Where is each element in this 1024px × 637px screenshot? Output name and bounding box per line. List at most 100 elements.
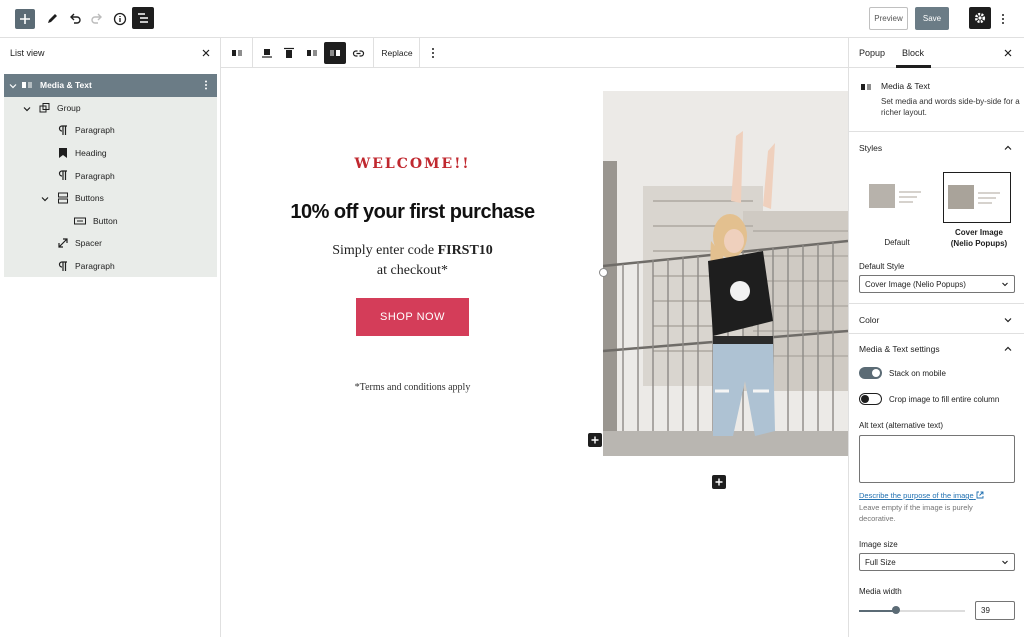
more-vertical-icon[interactable]: [204, 80, 208, 90]
save-button[interactable]: Save: [915, 7, 949, 30]
undo-icon: [70, 13, 81, 24]
resize-icon: [58, 238, 68, 248]
tree-item-heading[interactable]: Heading: [4, 142, 217, 165]
more-options-button[interactable]: [996, 9, 1010, 29]
describe-image-link[interactable]: Describe the purpose of the image: [859, 491, 984, 500]
tree-item-label: Paragraph: [75, 170, 115, 181]
editor-top-bar: Preview Save: [0, 0, 1024, 38]
color-title: Color: [859, 315, 880, 325]
media-left-button[interactable]: [302, 43, 322, 63]
promo-paragraph[interactable]: Simply enter code FIRST10 at checkout*: [222, 241, 603, 281]
settings-sidebar: Popup Block Media & Text Set media and w…: [848, 38, 1024, 637]
media-right-button[interactable]: [324, 42, 346, 64]
edit-tool-button[interactable]: [42, 9, 62, 29]
append-block-button[interactable]: [712, 475, 726, 489]
color-panel[interactable]: Color: [849, 303, 1024, 333]
alt-text-label: Alt text (alternative text): [859, 421, 944, 430]
chevron-up-icon[interactable]: [1004, 345, 1012, 353]
block-options-button[interactable]: [426, 43, 440, 63]
align-center-button[interactable]: [279, 43, 299, 63]
terms-paragraph[interactable]: *Terms and conditions apply: [222, 382, 603, 393]
promo-code: FIRST10: [437, 243, 493, 258]
add-block-button[interactable]: [15, 9, 35, 29]
chevron-down-icon: [1002, 560, 1008, 565]
shop-now-button[interactable]: SHOP NOW: [356, 298, 469, 336]
welcome-heading[interactable]: WELCOME!!: [222, 156, 603, 172]
chevron-down-icon[interactable]: [23, 105, 31, 113]
replace-button[interactable]: Replace: [377, 43, 417, 63]
styles-title[interactable]: Styles: [859, 143, 882, 153]
settings-title[interactable]: Media & Text settings: [859, 344, 940, 354]
tree-item-label: Group: [57, 102, 81, 113]
tree-item-group[interactable]: Group: [4, 97, 217, 120]
align-top-button[interactable]: [257, 43, 277, 63]
list-view-panel: List view Media & Text Group Paragraph H…: [0, 38, 221, 637]
tree-item-button[interactable]: Button: [4, 210, 217, 233]
promo-text-2: at checkout*: [376, 263, 449, 278]
media-text-icon: [232, 50, 242, 56]
list-view-icon: [138, 13, 148, 23]
media-image[interactable]: [603, 91, 848, 456]
stack-on-mobile-label: Stack on mobile: [889, 369, 946, 378]
tree-item-label: Buttons: [75, 193, 104, 204]
media-width-input[interactable]: 39: [975, 601, 1015, 620]
image-size-value: Full Size: [865, 557, 896, 567]
info-icon: [113, 12, 127, 26]
style-option-cover-label: Cover Image (Nelio Popups): [950, 228, 1008, 248]
tree-item-label: Heading: [75, 148, 107, 159]
redo-button[interactable]: [87, 9, 107, 29]
details-button[interactable]: [110, 9, 130, 29]
close-icon[interactable]: [1004, 49, 1012, 57]
tree-item-spacer[interactable]: Spacer: [4, 232, 217, 255]
style-option-cover-image[interactable]: [943, 172, 1011, 223]
image-size-select[interactable]: Full Size: [859, 553, 1015, 571]
link-button[interactable]: [348, 43, 368, 63]
tree-item-media-text[interactable]: Media & Text: [4, 74, 217, 97]
media-width-label: Media width: [859, 587, 902, 596]
shop-now-label: SHOP NOW: [380, 311, 445, 323]
headline-text[interactable]: 10% off your first purchase: [222, 201, 603, 224]
list-view-button[interactable]: [132, 7, 154, 29]
preview-button[interactable]: Preview: [869, 7, 908, 30]
more-vertical-icon: [432, 48, 434, 58]
tab-popup[interactable]: Popup: [859, 48, 885, 58]
block-card-title: Media & Text: [881, 81, 930, 91]
photo-illustration: [603, 91, 848, 456]
chevron-down-icon[interactable]: [41, 195, 49, 203]
plus-icon: [715, 478, 723, 486]
toolbar-divider: [373, 38, 374, 68]
style-preview-thumbnail: [869, 184, 921, 208]
active-tab-indicator: [896, 65, 931, 68]
close-icon[interactable]: [202, 49, 210, 57]
default-style-select[interactable]: Cover Image (Nelio Popups): [859, 275, 1015, 293]
chevron-up-icon[interactable]: [1004, 144, 1012, 152]
alt-text-input[interactable]: [859, 435, 1015, 483]
style-option-default[interactable]: [861, 172, 933, 220]
tree-item-paragraph[interactable]: Paragraph: [4, 255, 217, 278]
tree-item-paragraph[interactable]: Paragraph: [4, 164, 217, 187]
tree-item-buttons[interactable]: Buttons: [4, 187, 217, 210]
insert-block-button[interactable]: [588, 433, 602, 447]
tree-item-label: Paragraph: [75, 125, 115, 136]
plus-icon: [20, 14, 30, 24]
media-width-slider[interactable]: [859, 606, 965, 614]
gear-icon: [974, 12, 986, 24]
buttons-icon: [58, 192, 68, 204]
block-type-button[interactable]: [227, 43, 247, 63]
chevron-down-icon[interactable]: [9, 82, 17, 90]
settings-button[interactable]: [969, 7, 991, 29]
tree-item-label: Button: [93, 215, 118, 226]
tab-block[interactable]: Block: [902, 48, 924, 58]
stack-on-mobile-toggle[interactable]: [859, 367, 882, 379]
media-width-value: 39: [981, 606, 990, 615]
tree-item-paragraph[interactable]: Paragraph: [4, 119, 217, 142]
resize-handle[interactable]: [599, 268, 608, 277]
undo-button[interactable]: [65, 9, 85, 29]
toggle-knob: [872, 369, 880, 377]
block-tree: Media & Text Group Paragraph Heading Par…: [4, 74, 217, 277]
crop-image-toggle[interactable]: [859, 393, 882, 405]
plus-icon: [591, 436, 599, 444]
chevron-down-icon: [1004, 318, 1012, 323]
slider-thumb[interactable]: [892, 606, 900, 614]
block-toolbar: Replace: [221, 38, 848, 68]
